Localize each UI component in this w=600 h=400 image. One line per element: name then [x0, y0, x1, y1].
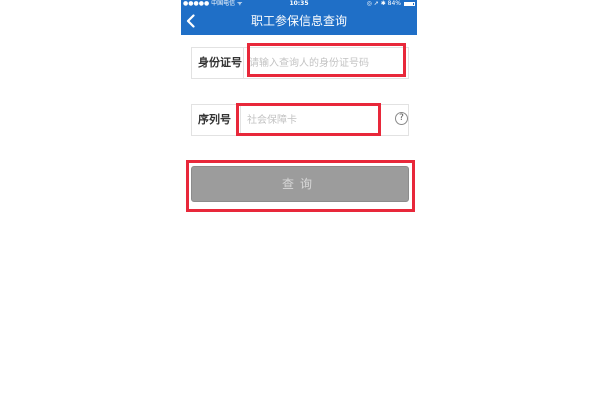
field-divider: [240, 105, 241, 135]
status-bar: ●●●●● 中国电信 ᯤ 10:35 ◎ ➚ ✱ 84%: [181, 0, 417, 8]
battery-icon: [404, 2, 415, 6]
serial-number-row: 序列号: [191, 104, 409, 136]
serial-number-label: 序列号: [198, 113, 231, 126]
battery-level-fill: [405, 3, 413, 5]
query-button[interactable]: 查询: [191, 166, 409, 202]
carrier-signal: ●●●●● 中国电信 ᯤ: [183, 0, 243, 7]
navigation-bar: 职工参保信息查询: [181, 8, 417, 35]
id-number-row: 身份证号: [191, 47, 409, 79]
id-number-label: 身份证号: [198, 56, 242, 69]
screenshot-canvas: ●●●●● 中国电信 ᯤ 10:35 ◎ ➚ ✱ 84% 职工参保信息查询 身份…: [0, 0, 600, 400]
question-circle-icon[interactable]: ?: [395, 112, 408, 125]
phone-screen: ●●●●● 中国电信 ᯤ 10:35 ◎ ➚ ✱ 84% 职工参保信息查询 身份…: [181, 0, 417, 400]
page-title: 职工参保信息查询: [250, 14, 347, 28]
back-button[interactable]: [183, 8, 199, 35]
status-time: 10:35: [289, 0, 309, 7]
chevron-left-icon: [186, 14, 195, 28]
id-number-input[interactable]: [249, 54, 399, 72]
status-indicators: ◎ ➚ ✱ 84%: [366, 0, 401, 7]
serial-number-input[interactable]: [247, 111, 377, 129]
field-divider: [243, 48, 244, 78]
